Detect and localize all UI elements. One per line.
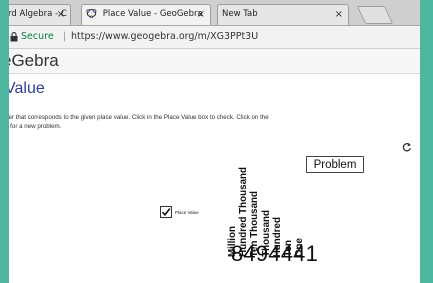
tab-new-tab[interactable]: New Tab × xyxy=(217,4,349,25)
geogebra-header: eGebra xyxy=(9,49,420,74)
secure-label: Secure xyxy=(21,31,54,42)
instructions-line: n for a new problem. xyxy=(9,123,62,130)
close-tab-icon[interactable]: × xyxy=(197,5,205,24)
place-value-label: Place Value xyxy=(175,210,199,215)
address-bar[interactable]: Secure | https://www.geogebra.org/m/XG3P… xyxy=(9,26,420,49)
tab-algebra[interactable]: rd Algebra - C × xyxy=(9,4,71,25)
lock-icon xyxy=(10,32,18,42)
browser-window: rd Algebra - C × Place Value - GeoGebra … xyxy=(9,0,420,283)
url-separator: | xyxy=(63,31,67,42)
tab-strip: rd Algebra - C × Place Value - GeoGebra … xyxy=(9,0,420,26)
problem-button[interactable]: Problem xyxy=(306,156,364,173)
checkmark-icon xyxy=(161,208,171,217)
instructions-line: ber that corresponds to the given place … xyxy=(9,114,269,121)
close-tab-icon[interactable]: × xyxy=(57,5,65,24)
instructions: ber that corresponds to the given place … xyxy=(9,113,375,131)
close-tab-icon[interactable]: × xyxy=(335,5,343,24)
url-text[interactable]: https://www.geogebra.org/m/XG3PPt3U xyxy=(71,26,258,48)
geogebra-icon xyxy=(86,8,97,18)
page-title: Value xyxy=(9,80,45,97)
tab-place-value[interactable]: Place Value - GeoGebra × xyxy=(81,4,211,25)
geogebra-logo[interactable]: eGebra xyxy=(9,51,59,71)
tab-label: Place Value - GeoGebra xyxy=(102,9,203,19)
refresh-icon[interactable] xyxy=(402,142,412,152)
tab-label: New Tab xyxy=(222,9,258,19)
new-tab-button[interactable] xyxy=(356,6,394,24)
number-display: 8494441 xyxy=(231,241,319,266)
place-value-checkbox[interactable] xyxy=(160,206,172,218)
